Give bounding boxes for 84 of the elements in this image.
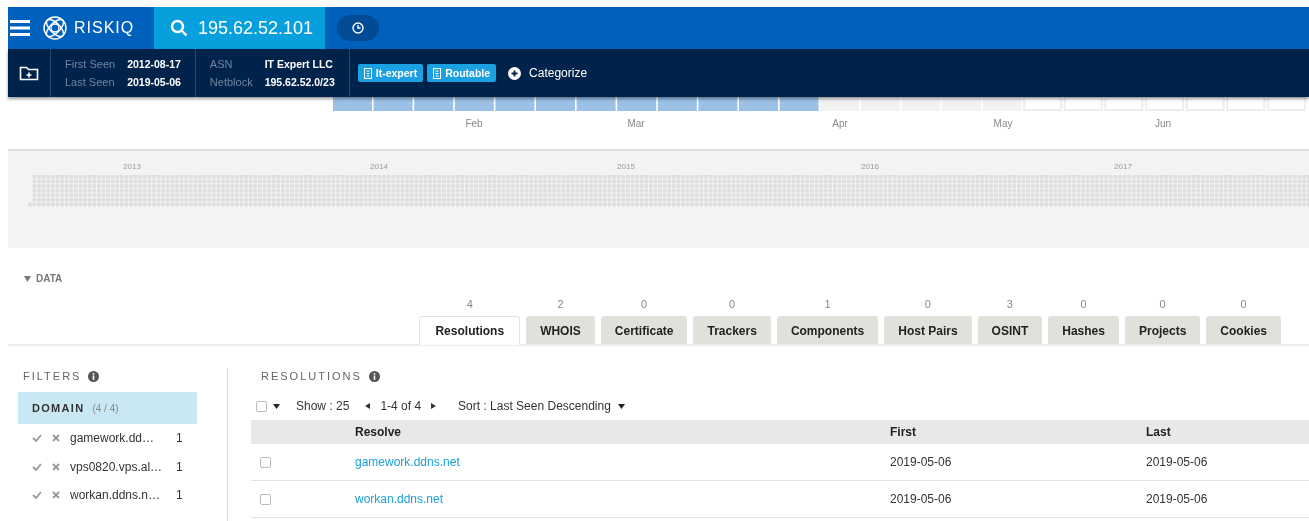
info-icon — [368, 370, 380, 382]
info-icon — [88, 370, 100, 382]
checkbox[interactable] — [260, 493, 271, 505]
previous-page-icon[interactable] — [365, 403, 371, 409]
tab[interactable]: Hashes — [1048, 316, 1119, 344]
clock-icon — [352, 22, 364, 34]
checkbox[interactable] — [256, 400, 267, 412]
section-heading: RESOLUTIONS — [261, 370, 362, 382]
tab-count: 0 — [1080, 298, 1087, 310]
year-label: 2015 — [617, 162, 635, 171]
filter-item[interactable]: vps0820.vps.al… — [70, 459, 166, 474]
check-icon[interactable] — [32, 434, 42, 443]
collapse-triangle-icon[interactable] — [24, 275, 31, 282]
filter-item[interactable]: workan.ddns.n… — [70, 488, 166, 503]
table-cell-text: 2019-05-06 — [1146, 455, 1209, 469]
field-value: 195.62.52.0/23 — [264, 76, 335, 88]
caret-icon[interactable] — [273, 403, 280, 409]
year-label: 2017 — [1114, 162, 1132, 171]
tab[interactable]: Cookies — [1206, 316, 1281, 344]
field-value: 2019-05-06 — [127, 76, 181, 88]
field-label: First Seen — [65, 58, 116, 70]
check-icon[interactable] — [32, 491, 42, 500]
tab-count: 4 — [466, 298, 473, 310]
field-label: Last Seen — [65, 76, 116, 88]
filter-item-count: 1 — [176, 431, 183, 446]
column-header[interactable]: First — [890, 425, 1146, 439]
tab-count: 2 — [557, 298, 564, 310]
tab[interactable]: Components — [776, 316, 879, 344]
logo-text: RISKIQ — [74, 19, 135, 37]
field-label: ASN — [209, 58, 234, 70]
checkbox[interactable] — [260, 456, 271, 468]
year-label: 2016 — [861, 162, 879, 171]
section-heading: FILTERS — [23, 370, 82, 382]
filter-group[interactable]: DOMAIN (4 / 4) — [18, 392, 197, 424]
filter-count: (4 / 4) — [92, 402, 119, 414]
caret-icon[interactable] — [617, 403, 625, 409]
tab[interactable]: OSINT — [977, 316, 1043, 344]
column-header[interactable]: Last — [1146, 425, 1309, 439]
year-label: 2014 — [370, 162, 388, 171]
field-label: Netblock — [209, 76, 253, 88]
tab-count: 0 — [641, 298, 648, 310]
plus-circle-icon — [508, 66, 522, 80]
table-cell-text: 2019-05-06 — [1146, 492, 1209, 506]
column-header[interactable]: Resolve — [355, 425, 890, 439]
check-icon[interactable] — [32, 462, 42, 471]
tab[interactable]: Projects — [1124, 316, 1201, 344]
tab-count: 3 — [1006, 298, 1013, 310]
next-page-icon[interactable] — [431, 403, 437, 409]
show-dropdown[interactable]: Show : 25 — [296, 399, 350, 413]
menu-icon[interactable] — [10, 19, 30, 37]
tab[interactable]: Resolutions — [419, 316, 521, 345]
filter-item[interactable]: gamework.dd… — [70, 431, 166, 446]
tab[interactable]: WHOIS — [526, 316, 595, 344]
folder-icon[interactable] — [19, 64, 39, 82]
month-label: Feb — [465, 117, 483, 129]
table-cell-text: 2019-05-06 — [890, 455, 953, 469]
page-range: 1-4 of 4 — [380, 399, 422, 413]
month-label: Jun — [1154, 117, 1172, 129]
close-icon[interactable] — [52, 434, 60, 443]
month-label: Apr — [832, 117, 848, 129]
history-button[interactable] — [337, 15, 379, 41]
month-label: May — [993, 117, 1013, 129]
tab-count: 0 — [924, 298, 931, 310]
tab-count: 0 — [1240, 298, 1247, 310]
sort-dropdown[interactable]: Sort : Last Seen Descending — [458, 399, 611, 413]
field-value: 2012-08-17 — [127, 58, 181, 70]
search-icon — [170, 19, 188, 37]
month-label: Mar — [627, 117, 645, 129]
tab[interactable]: Host Pairs — [884, 316, 972, 344]
logo-icon — [42, 15, 68, 41]
categorize-button[interactable]: Categorize — [508, 49, 588, 97]
year-label: 2013 — [123, 162, 141, 171]
tab[interactable]: Certificate — [600, 316, 688, 344]
tab-count: 0 — [1159, 298, 1166, 310]
filter-item-count: 1 — [176, 488, 183, 503]
close-icon[interactable] — [52, 491, 60, 500]
filter-item-count: 1 — [176, 459, 183, 474]
tab-count: 0 — [729, 298, 736, 310]
tab-count: 1 — [824, 298, 831, 310]
table-cell-text: 2019-05-06 — [890, 492, 953, 506]
section-title: DATA — [36, 273, 63, 284]
close-icon[interactable] — [52, 462, 60, 471]
field-value: IT Expert LLC — [264, 58, 334, 70]
tab[interactable]: Trackers — [693, 316, 771, 344]
